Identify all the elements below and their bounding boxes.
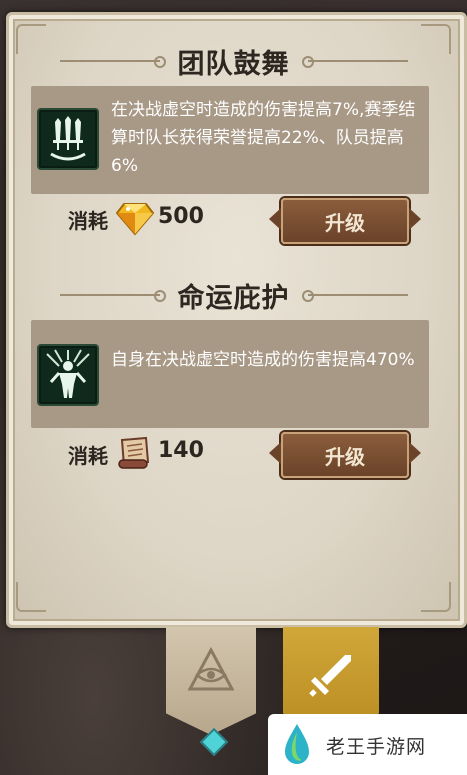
- watermark: 老王手游网: [268, 714, 467, 775]
- scroll-icon: [116, 434, 154, 472]
- panel-corner-ornament: [421, 582, 451, 612]
- upgrade-button-label: 升级: [325, 210, 365, 235]
- skill-description: 自身在决战虚空时造成的伤害提高470%: [111, 350, 415, 370]
- button-ornament: [409, 208, 421, 230]
- triple-sword-icon: [37, 108, 99, 170]
- cost-value: 140: [158, 438, 204, 463]
- tab-eye-pyramid[interactable]: [166, 627, 256, 735]
- skill-description-box: 在决战虚空时造成的伤害提高7%,赛季结算时队长获得荣誉提高22%、队员提高6%: [31, 86, 429, 194]
- cost-label: 消耗: [68, 209, 108, 233]
- skill-description-box: 自身在决战虚空时造成的伤害提高470%: [31, 320, 429, 428]
- button-ornament: [269, 208, 281, 230]
- water-drop-logo-icon: [285, 724, 309, 764]
- upgrade-button-label: 升级: [325, 444, 365, 469]
- cost-label: 消耗: [68, 444, 108, 468]
- eye-pyramid-icon: [188, 647, 234, 691]
- gem-icon: [115, 200, 155, 236]
- sword-icon: [309, 655, 351, 697]
- upgrade-button[interactable]: 升级: [269, 198, 421, 244]
- panel-corner-ornament: [16, 582, 46, 612]
- skill-title: 命运庇护: [177, 283, 290, 314]
- button-ornament: [269, 442, 281, 464]
- skill-description: 在决战虚空时造成的伤害提高7%,赛季结算时队长获得荣誉提高22%、队员提高6%: [111, 100, 416, 176]
- watermark-text: 老王手游网: [326, 736, 427, 758]
- skill-title: 团队鼓舞: [177, 49, 290, 80]
- glowing-figure-icon: [37, 344, 99, 406]
- button-ornament: [409, 442, 421, 464]
- cost-value: 500: [158, 204, 204, 229]
- upgrade-button[interactable]: 升级: [269, 432, 421, 478]
